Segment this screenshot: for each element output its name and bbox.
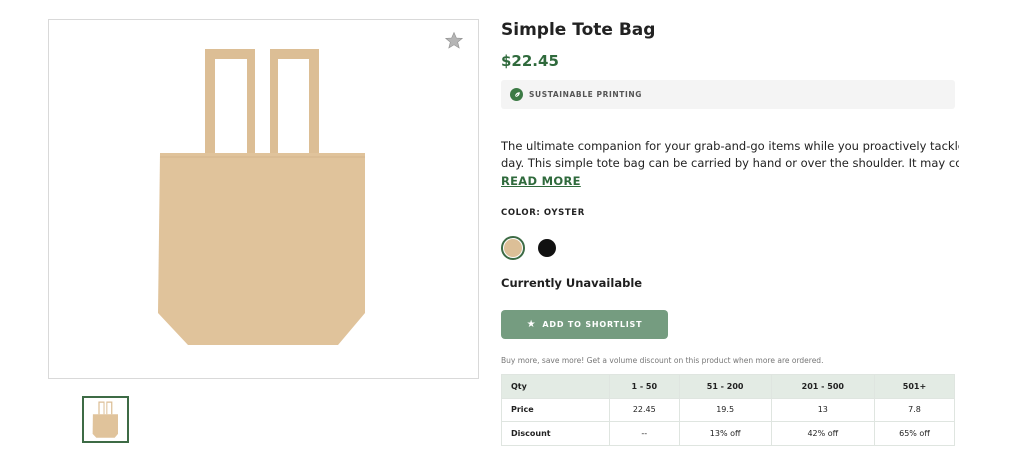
table-header-cell: 1 - 50 xyxy=(608,374,680,399)
table-header-cell: 51 - 200 xyxy=(678,374,772,399)
table-cell: 13% off xyxy=(678,421,772,446)
table-header-cell: 201 - 500 xyxy=(770,374,875,399)
product-title: Simple Tote Bag xyxy=(501,20,656,40)
table-cell: 7.8 xyxy=(873,397,956,422)
table-cell: 22.45 xyxy=(608,397,680,422)
color-swatch-black[interactable] xyxy=(535,236,559,260)
black-swatch xyxy=(538,239,556,257)
product-description: The ultimate companion for your grab-and… xyxy=(501,138,959,172)
badge-label: SUSTAINABLE PRINTING xyxy=(529,90,643,99)
read-more-link[interactable]: READ MORE xyxy=(501,174,581,188)
table-cell: 19.5 xyxy=(678,397,772,422)
sustainable-badge: SUSTAINABLE PRINTING xyxy=(501,80,955,109)
description-line: The ultimate companion for your grab-and… xyxy=(501,139,959,153)
table-header-row: Qty 1 - 50 51 - 200 201 - 500 501+ xyxy=(501,374,956,399)
availability-status: Currently Unavailable xyxy=(501,276,643,290)
table-header-cell: Qty xyxy=(501,374,610,399)
thumbnail-bag-image xyxy=(92,401,118,438)
leaf-icon xyxy=(510,88,523,101)
shortlist-button-label: ADD TO SHORTLIST xyxy=(542,320,643,329)
color-label: COLOR: OYSTER xyxy=(501,208,585,218)
favorite-star-icon[interactable] xyxy=(444,31,464,51)
table-row: Discount -- 13% off 42% off 65% off xyxy=(501,421,956,446)
star-icon: ★ xyxy=(526,319,537,330)
volume-discount-table: Qty 1 - 50 51 - 200 201 - 500 501+ Price… xyxy=(501,374,956,446)
product-thumbnail[interactable] xyxy=(82,396,129,443)
color-swatch-oyster[interactable] xyxy=(501,236,525,260)
add-to-shortlist-button[interactable]: ★ ADD TO SHORTLIST xyxy=(501,310,668,339)
tote-bag-image xyxy=(158,49,365,345)
table-row: Price 22.45 19.5 13 7.8 xyxy=(501,397,956,422)
table-cell: -- xyxy=(608,421,680,446)
table-cell: 65% off xyxy=(873,421,956,446)
oyster-swatch xyxy=(504,239,522,257)
table-cell: 42% off xyxy=(770,421,875,446)
description-line: day. This simple tote bag can be carried… xyxy=(501,156,959,170)
table-cell: 13 xyxy=(770,397,875,422)
table-header-cell: 501+ xyxy=(873,374,956,399)
table-cell: Discount xyxy=(501,421,610,446)
volume-discount-promo: Buy more, save more! Get a volume discou… xyxy=(501,356,824,365)
product-price: $22.45 xyxy=(501,52,559,70)
table-cell: Price xyxy=(501,397,610,422)
